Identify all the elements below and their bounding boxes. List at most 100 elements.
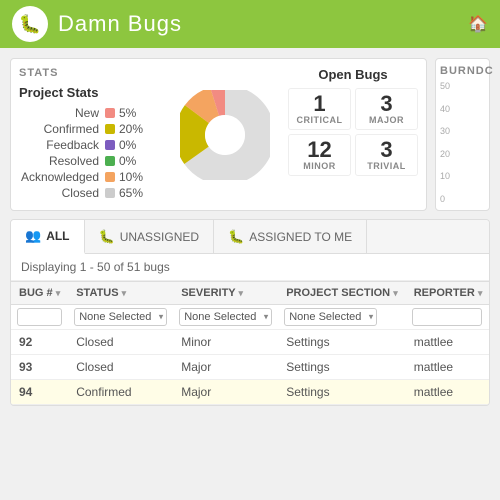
stat-dot-new [105,108,115,118]
app-header: 🐛 Damn Bugs 🏠 [0,0,500,48]
bugs-panel: 👥 ALL 🐛 UNASSIGNED 🐛 ASSIGNED TO ME Disp… [10,219,490,406]
bug-count-critical: 1 [313,93,325,115]
burndown-label: BURNDC [440,65,485,77]
filter-project-section-cell: None Selected Settings [278,305,406,330]
col-status: STATUS ▾ [68,282,173,305]
bug-section-92: Settings [278,330,406,355]
bugs-grid: 1 CRITICAL 3 MAJOR 12 MINOR 3 TRIVIAL [288,88,418,176]
table-row[interactable]: 93 Closed Major Settings mattlee mattlee [11,355,490,380]
bug-count-trivial: 3 [380,139,392,161]
filter-severity-cell: None Selected Minor Major Critical Trivi… [173,305,278,330]
filter-project-section-wrapper: None Selected Settings [284,308,377,326]
col-project-section: PROJECT SECTION ▾ [278,282,406,305]
bug-severity-92: Minor [173,330,278,355]
table-header-row: BUG # ▾ STATUS ▾ SEVERITY ▾ PROJECT SECT… [11,282,490,305]
logo-icon: 🐛 [19,14,41,35]
tab-unassigned-label: UNASSIGNED [120,230,199,244]
tab-all-icon: 👥 [25,228,41,244]
bug-cell-major: 3 MAJOR [355,88,418,130]
stat-row-acknowledged: Acknowledged 10% [19,170,162,184]
filter-reporter-input[interactable] [412,308,482,326]
stat-row-new: New 5% [19,106,162,120]
filter-status-select[interactable]: None Selected Closed Confirmed New [74,308,167,326]
project-stats-title: Project Stats [19,85,162,100]
bug-reporter-94: mattlee [406,380,490,405]
bug-count-major: 3 [380,93,392,115]
tab-unassigned[interactable]: 🐛 UNASSIGNED [85,220,215,253]
bug-id-93[interactable]: 93 [11,355,68,380]
bug-status-92: Closed [68,330,173,355]
col-project-section-arrow: ▾ [393,288,398,298]
home-button[interactable]: 🏠 [468,14,488,34]
pie-chart [170,67,280,202]
stat-dot-acknowledged [105,172,115,182]
table-row[interactable]: 92 Closed Minor Settings mattlee mattlee [11,330,490,355]
stat-row-confirmed: Confirmed 20% [19,122,162,136]
stat-name-acknowledged: Acknowledged [19,170,99,184]
bug-severity-93: Major [173,355,278,380]
bug-cell-critical: 1 CRITICAL [288,88,351,130]
stat-row-closed: Closed 65% [19,186,162,200]
tabs-bar: 👥 ALL 🐛 UNASSIGNED 🐛 ASSIGNED TO ME [11,220,489,254]
filter-status-cell: None Selected Closed Confirmed New [68,305,173,330]
bug-type-critical: CRITICAL [297,115,343,125]
stat-dot-closed [105,188,115,198]
stat-dot-feedback [105,140,115,150]
col-severity-arrow: ▾ [238,288,243,298]
bug-status-93: Closed [68,355,173,380]
bug-status-94: Confirmed [68,380,173,405]
stat-val-confirmed: 20% [119,122,143,136]
table-row[interactable]: 94 Confirmed Major Settings mattlee matt… [11,380,490,405]
stat-val-closed: 65% [119,186,143,200]
filter-severity-wrapper: None Selected Minor Major Critical Trivi… [179,308,272,326]
displaying-text: Displaying 1 - 50 of 51 bugs [11,254,489,281]
filter-severity-select[interactable]: None Selected Minor Major Critical Trivi… [179,308,272,326]
bug-cell-minor: 12 MINOR [288,134,351,176]
bug-severity-94: Major [173,380,278,405]
bug-id-92[interactable]: 92 [11,330,68,355]
col-bug-num: BUG # ▾ [11,282,68,305]
stat-val-new: 5% [119,106,136,120]
burndown-y-50: 50 [440,81,485,91]
filter-status-wrapper: None Selected Closed Confirmed New [74,308,167,326]
col-status-arrow: ▾ [122,288,127,298]
tab-all[interactable]: 👥 ALL [11,220,85,254]
filter-bug-num-input[interactable] [17,308,62,326]
stat-name-new: New [19,106,99,120]
burndown-y-20: 20 [440,149,485,159]
col-reporter-arrow: ▾ [478,288,483,298]
burndown-y-40: 40 [440,104,485,114]
tab-assigned-to-me[interactable]: 🐛 ASSIGNED TO ME [214,220,367,253]
app-logo: 🐛 [12,6,48,42]
stats-section-label: STATS [19,67,162,79]
filter-row: None Selected Closed Confirmed New None … [11,305,490,330]
open-bugs-section: Open Bugs 1 CRITICAL 3 MAJOR 12 MINOR [288,67,418,202]
bug-section-94: Settings [278,380,406,405]
stat-row-resolved: Resolved 0% [19,154,162,168]
burndown-y-10: 10 [440,171,485,181]
stats-card: STATS Project Stats New 5% Confirmed 20%… [10,58,427,211]
burndown-card: BURNDC 50 40 30 20 10 0 [435,58,490,211]
tab-assigned-icon: 🐛 [228,229,244,245]
col-reporter: REPORTER ▾ [406,282,490,305]
main-content: STATS Project Stats New 5% Confirmed 20%… [0,48,500,500]
bug-id-94[interactable]: 94 [11,380,68,405]
bug-section-93: Settings [278,355,406,380]
bug-count-minor: 12 [307,139,331,161]
col-severity: SEVERITY ▾ [173,282,278,305]
filter-project-section-select[interactable]: None Selected Settings [284,308,377,326]
col-bug-num-arrow: ▾ [56,288,61,298]
burndown-y-0: 0 [440,194,485,204]
tab-unassigned-icon: 🐛 [99,229,115,245]
filter-reporter-cell [406,305,490,330]
bug-type-minor: MINOR [303,161,336,171]
stat-name-closed: Closed [19,186,99,200]
tab-all-label: ALL [46,229,69,243]
stats-left: STATS Project Stats New 5% Confirmed 20%… [19,67,162,202]
bug-reporter-93: mattlee [406,355,490,380]
open-bugs-title: Open Bugs [318,67,387,82]
tab-assigned-label: ASSIGNED TO ME [249,230,352,244]
stat-name-feedback: Feedback [19,138,99,152]
stat-dot-resolved [105,156,115,166]
stat-dot-confirmed [105,124,115,134]
